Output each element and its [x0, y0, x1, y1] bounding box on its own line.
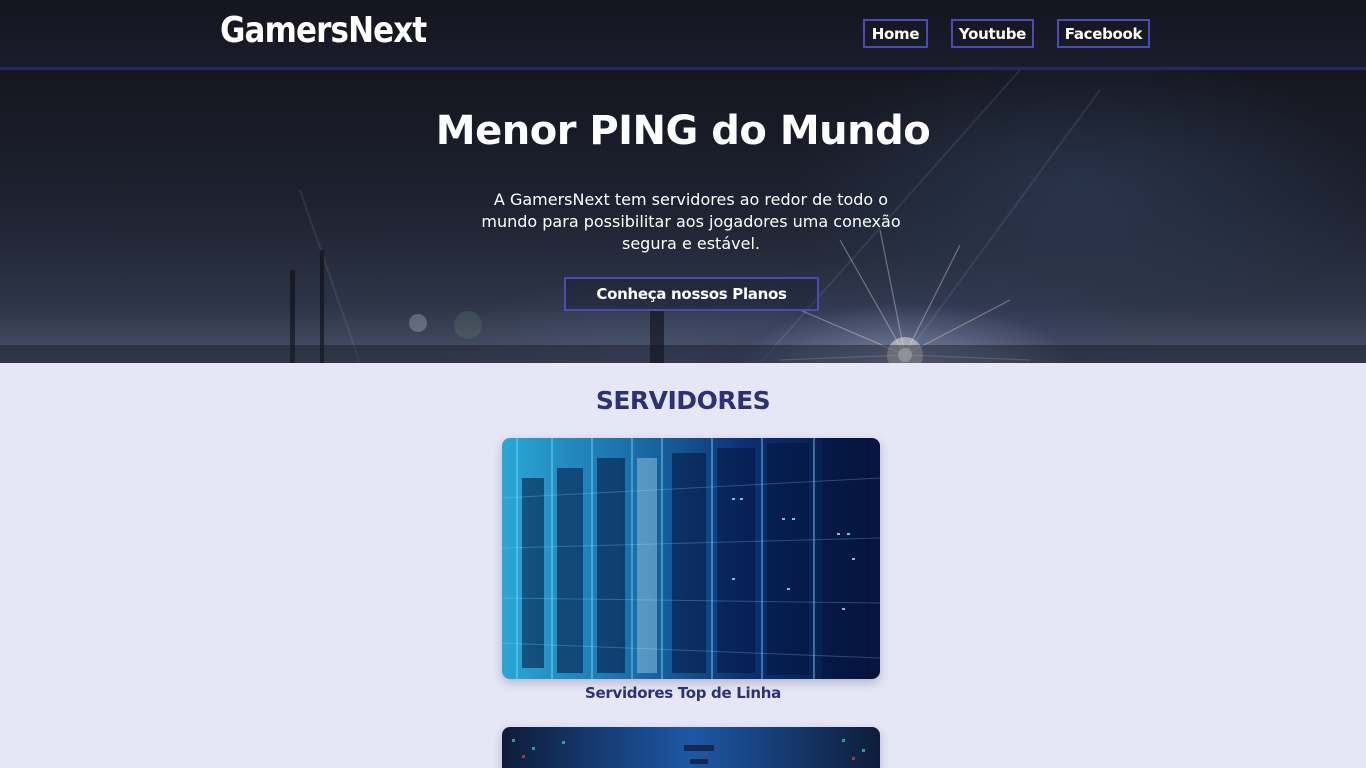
server-rack-image — [502, 438, 880, 679]
datacenter-image — [502, 727, 880, 768]
site-header: GamersNext Home Youtube Facebook — [0, 0, 1366, 70]
nav-youtube-button[interactable]: Youtube — [951, 19, 1034, 48]
server-card-image-2 — [502, 727, 880, 768]
plans-cta-button[interactable]: Conheça nossos Planos — [564, 277, 819, 311]
server-card-image — [502, 438, 880, 679]
nav-facebook-button[interactable]: Facebook — [1057, 19, 1150, 48]
servers-section-title: SERVIDORES — [595, 386, 771, 415]
main-nav: Home Youtube Facebook — [0, 19, 1366, 49]
hero-description: A GamersNext tem servidores ao redor de … — [481, 190, 901, 253]
hero-banner: Menor PING do Mundo A GamersNext tem ser… — [0, 70, 1366, 363]
hero-title: Menor PING do Mundo — [435, 108, 931, 154]
server-card-caption: Servidores Top de Linha — [585, 684, 781, 702]
nav-home-button[interactable]: Home — [863, 19, 928, 48]
